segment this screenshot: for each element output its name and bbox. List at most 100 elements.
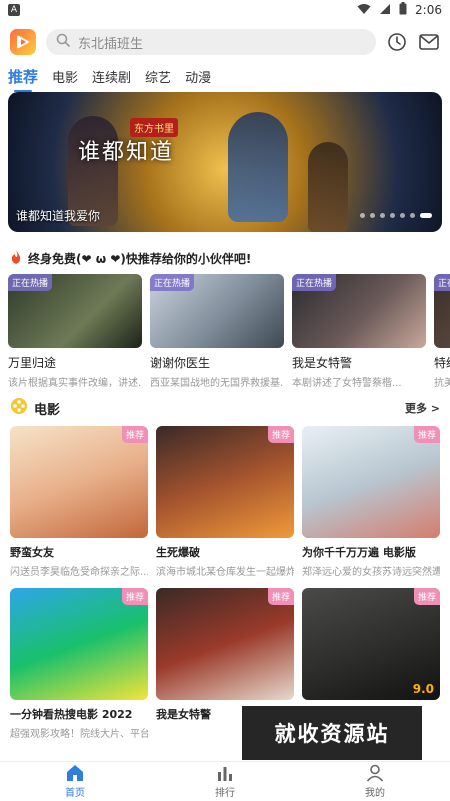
nav-ranking[interactable]: 排行 bbox=[185, 764, 265, 799]
hot-thumbnail: 正在热播 bbox=[150, 274, 284, 348]
watermark-overlay: 就收资源站 bbox=[242, 706, 422, 760]
hot-title: 特级 bbox=[434, 356, 450, 370]
play-logo-icon bbox=[17, 35, 29, 49]
movie-desc: 滨海市城北某仓库发生一起爆炸... bbox=[156, 567, 294, 578]
hot-title: 万里归途 bbox=[8, 356, 57, 370]
promo-line: 终身免费(❤ ω ❤)快推荐给你的小伙伴吧! bbox=[10, 250, 251, 267]
search-bar[interactable]: 东北插班生 bbox=[46, 29, 376, 55]
banner-figure bbox=[308, 142, 348, 232]
tab-movie[interactable]: 电影 bbox=[52, 67, 78, 86]
movie-card[interactable]: 推荐 为你千千万万遍 电影版 郑泽远心爱的女孩苏诗远突然遭... bbox=[302, 426, 440, 578]
signal-icon bbox=[379, 3, 391, 18]
clock-icon bbox=[388, 33, 406, 51]
movie-poster: 推荐 bbox=[10, 588, 148, 700]
notification-icon: A bbox=[8, 4, 20, 16]
hot-tag: 正在热播 bbox=[150, 274, 195, 291]
promo-text: 终身免费(❤ ω ❤)快推荐给你的小伙伴吧! bbox=[28, 252, 252, 266]
carousel-dot bbox=[390, 213, 395, 218]
category-tabs: 推荐 电影 连续剧 综艺 动漫 bbox=[0, 64, 450, 92]
recommend-badge: 推荐 bbox=[267, 426, 294, 443]
movie-section-header: 电影 更多 > bbox=[10, 398, 440, 418]
movie-card[interactable]: 推荐 一分钟看热搜电影 2022 超强观影攻略！院线大片、平台... bbox=[10, 588, 148, 740]
carousel-indicator bbox=[360, 213, 432, 218]
clock-time: 2:06 bbox=[415, 3, 442, 17]
movie-title: 为你千千万万遍 电影版 bbox=[302, 546, 416, 559]
mail-icon bbox=[419, 34, 439, 50]
tab-series[interactable]: 连续剧 bbox=[92, 67, 131, 86]
more-link[interactable]: 更多 > bbox=[405, 400, 440, 416]
hot-thumbnail: 正在热播 bbox=[434, 274, 450, 348]
hot-card[interactable]: 正在热播 万里归途 该片根据真实事件改编，讲述... bbox=[8, 274, 142, 390]
battery-icon bbox=[399, 2, 407, 18]
movie-desc: 超强观影攻略！院线大片、平台... bbox=[10, 729, 148, 740]
bar-chart-icon bbox=[218, 767, 232, 781]
top-bar: 东北插班生 bbox=[0, 24, 450, 60]
tab-recommend[interactable]: 推荐 bbox=[8, 66, 38, 92]
hot-thumbnail: 正在热播 bbox=[292, 274, 426, 348]
bottom-nav: 首页 排行 我的 bbox=[0, 761, 450, 801]
movie-poster: 推荐 bbox=[302, 426, 440, 538]
nav-ranking-label: 排行 bbox=[215, 788, 235, 799]
search-icon bbox=[56, 33, 70, 51]
banner-caption: 谁都知道我爱你 bbox=[16, 209, 101, 223]
banner-figure bbox=[228, 112, 288, 222]
movie-title: 生死爆破 bbox=[156, 546, 200, 559]
banner-carousel[interactable]: 谁都知道 东方书里 谁都知道我爱你 bbox=[8, 92, 442, 232]
recommend-badge: 推荐 bbox=[413, 426, 440, 443]
hot-card[interactable]: 正在热播 谢谢你医生 西亚某国战地的无国界救援基... bbox=[150, 274, 284, 390]
hot-card[interactable]: 正在热播 我是女特警 本剧讲述了女特警蔡楷... bbox=[292, 274, 426, 390]
hot-tag: 正在热播 bbox=[8, 274, 53, 291]
message-button[interactable] bbox=[418, 31, 440, 53]
movie-desc: 郑泽远心爱的女孩苏诗远突然遭... bbox=[302, 567, 440, 578]
search-placeholder: 东北插班生 bbox=[78, 36, 144, 52]
nav-home[interactable]: 首页 bbox=[35, 764, 115, 799]
hot-desc: 抗美 bbox=[434, 378, 450, 389]
home-icon bbox=[67, 765, 83, 781]
movie-title: 野蛮女友 bbox=[10, 546, 54, 559]
wifi-icon bbox=[357, 3, 371, 18]
tab-variety[interactable]: 综艺 bbox=[145, 67, 171, 86]
history-button[interactable] bbox=[386, 31, 408, 53]
carousel-dot bbox=[380, 213, 385, 218]
nav-profile-label: 我的 bbox=[365, 788, 385, 799]
nav-profile[interactable]: 我的 bbox=[335, 764, 415, 799]
user-icon bbox=[366, 764, 384, 782]
movie-poster: 推荐 9.0 bbox=[302, 588, 440, 700]
hot-tag: 正在热播 bbox=[292, 274, 337, 291]
movie-poster: 推荐 bbox=[156, 426, 294, 538]
hot-desc: 西亚某国战地的无国界救援基... bbox=[150, 378, 284, 389]
carousel-dot bbox=[360, 213, 365, 218]
hot-card[interactable]: 正在热播 特级 抗美 bbox=[434, 274, 450, 390]
rating-score: 9.0 bbox=[412, 682, 434, 696]
banner-badge: 东方书里 bbox=[130, 118, 178, 137]
recommend-badge: 推荐 bbox=[413, 588, 440, 605]
carousel-dot bbox=[400, 213, 405, 218]
film-reel-icon bbox=[10, 397, 28, 419]
banner-art-title: 谁都知道 bbox=[78, 140, 175, 165]
hot-row: 正在热播 万里归途 该片根据真实事件改编，讲述... 正在热播 谢谢你医生 西亚… bbox=[8, 274, 450, 390]
app-logo[interactable] bbox=[10, 29, 36, 55]
nav-home-label: 首页 bbox=[65, 788, 85, 799]
recommend-badge: 推荐 bbox=[121, 588, 148, 605]
fire-icon bbox=[10, 250, 22, 267]
recommend-badge: 推荐 bbox=[267, 588, 294, 605]
hot-tag: 正在热播 bbox=[434, 274, 450, 291]
hot-title: 我是女特警 bbox=[292, 356, 353, 370]
hot-thumbnail: 正在热播 bbox=[8, 274, 142, 348]
hot-title: 谢谢你医生 bbox=[150, 356, 211, 370]
movie-poster: 推荐 bbox=[10, 426, 148, 538]
movie-card[interactable]: 推荐 野蛮女友 闪送员李昊临危受命探亲之际... bbox=[10, 426, 148, 578]
section-title: 电影 bbox=[34, 402, 61, 418]
carousel-dot bbox=[370, 213, 375, 218]
carousel-dot-active bbox=[420, 213, 432, 218]
hot-desc: 本剧讲述了女特警蔡楷... bbox=[292, 378, 402, 389]
carousel-dot bbox=[410, 213, 415, 218]
recommend-badge: 推荐 bbox=[121, 426, 148, 443]
status-bar: A 2:06 bbox=[0, 0, 450, 20]
movie-title: 一分钟看热搜电影 2022 bbox=[10, 708, 133, 721]
tab-anime[interactable]: 动漫 bbox=[185, 67, 211, 86]
movie-grid: 推荐 野蛮女友 闪送员李昊临危受命探亲之际... 推荐 生死爆破 滨海市城北某仓… bbox=[10, 426, 440, 740]
hot-desc: 该片根据真实事件改编，讲述... bbox=[8, 378, 142, 389]
movie-card[interactable]: 推荐 生死爆破 滨海市城北某仓库发生一起爆炸... bbox=[156, 426, 294, 578]
movie-desc: 闪送员李昊临危受命探亲之际... bbox=[10, 567, 148, 578]
